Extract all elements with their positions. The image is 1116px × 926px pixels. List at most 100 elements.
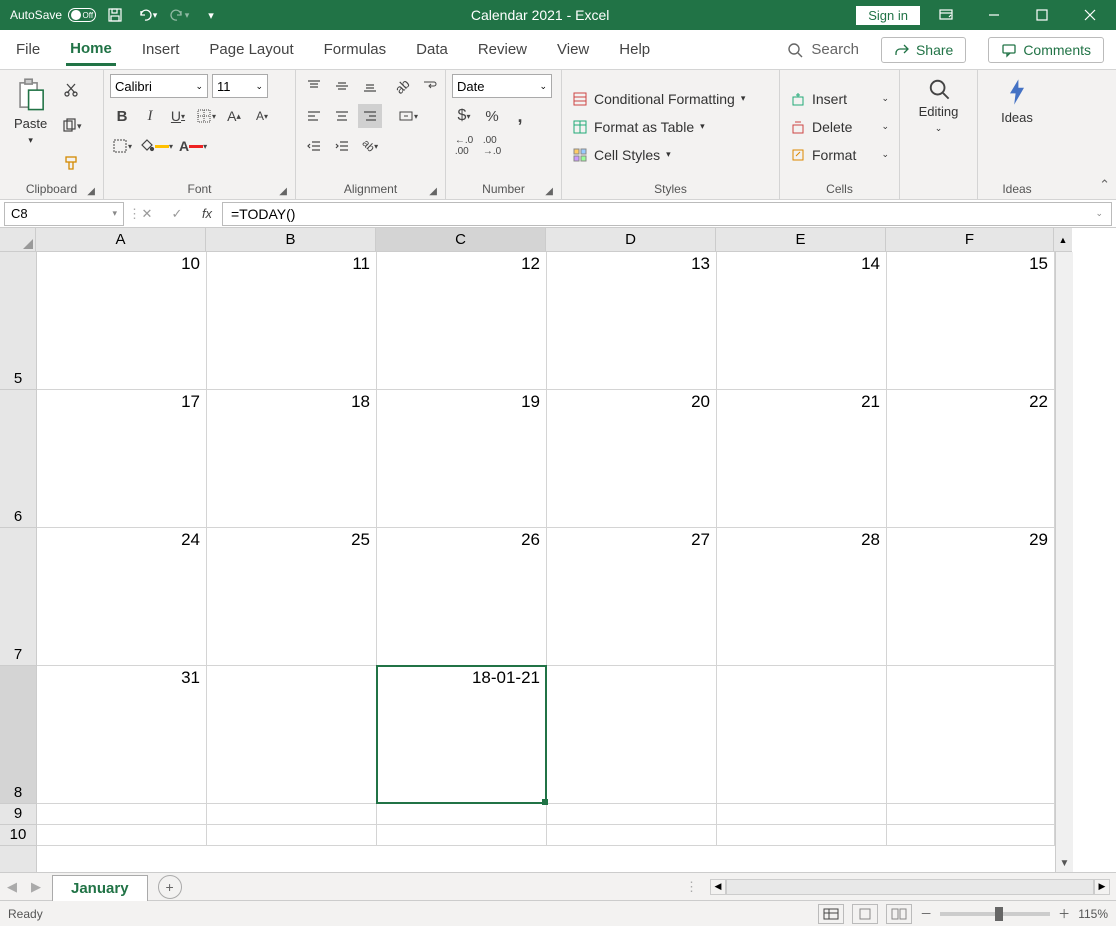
- cell-D6[interactable]: 20: [547, 390, 717, 528]
- cell-A9[interactable]: [37, 804, 207, 825]
- paste-button[interactable]: Paste ▾: [6, 74, 55, 179]
- dialog-launcher-icon[interactable]: ◢: [87, 186, 95, 197]
- row-header-8[interactable]: 8: [0, 666, 36, 804]
- row-header-9[interactable]: 9: [0, 804, 36, 825]
- percent-icon[interactable]: %: [480, 104, 504, 128]
- increase-font-icon[interactable]: A▴: [222, 104, 246, 128]
- tab-page-layout[interactable]: Page Layout: [205, 35, 297, 64]
- decrease-indent-icon[interactable]: [302, 134, 326, 158]
- scroll-up-arrow[interactable]: ▲: [1054, 228, 1072, 252]
- number-format-dropdown[interactable]: Date⌄: [452, 74, 552, 98]
- cell-B10[interactable]: [207, 825, 377, 846]
- tab-data[interactable]: Data: [412, 35, 452, 64]
- qat-customize-icon[interactable]: ▾: [198, 2, 224, 28]
- format-as-table-button[interactable]: Format as Table▾: [568, 114, 773, 140]
- cell-E6[interactable]: 21: [717, 390, 887, 528]
- autosave-toggle[interactable]: AutoSave Off: [10, 8, 96, 22]
- cell-C5[interactable]: 12: [377, 252, 547, 390]
- select-all-corner[interactable]: [0, 228, 36, 252]
- align-middle-icon[interactable]: [330, 74, 354, 98]
- scroll-down-arrow[interactable]: ▼: [1056, 854, 1073, 872]
- align-left-icon[interactable]: [302, 104, 326, 128]
- share-button[interactable]: Share: [881, 37, 966, 63]
- insert-function-icon[interactable]: fx: [192, 206, 222, 221]
- row-header-6[interactable]: 6: [0, 390, 36, 528]
- cell-D9[interactable]: [547, 804, 717, 825]
- dialog-launcher-icon[interactable]: ◢: [279, 186, 287, 197]
- cell-C8[interactable]: 18-01-21: [377, 666, 547, 804]
- tab-review[interactable]: Review: [474, 35, 531, 64]
- cells-area[interactable]: 1011121314151718192021222425262728293118…: [37, 252, 1055, 872]
- cell-E9[interactable]: [717, 804, 887, 825]
- cell-D8[interactable]: [547, 666, 717, 804]
- cell-E5[interactable]: 14: [717, 252, 887, 390]
- currency-icon[interactable]: $▾: [452, 104, 476, 128]
- dialog-launcher-icon[interactable]: ◢: [429, 186, 437, 197]
- column-header-B[interactable]: B: [206, 228, 376, 251]
- cell-F10[interactable]: [887, 825, 1055, 846]
- column-header-F[interactable]: F: [886, 228, 1054, 251]
- cell-F9[interactable]: [887, 804, 1055, 825]
- tab-view[interactable]: View: [553, 35, 593, 64]
- orientation-icon[interactable]: ab: [390, 74, 414, 98]
- cell-A6[interactable]: 17: [37, 390, 207, 528]
- page-layout-view-icon[interactable]: [852, 904, 878, 924]
- collapse-ribbon-icon[interactable]: ⌃: [1099, 177, 1110, 193]
- page-break-view-icon[interactable]: [886, 904, 912, 924]
- normal-view-icon[interactable]: [818, 904, 844, 924]
- cut-icon[interactable]: [59, 78, 83, 102]
- cell-F6[interactable]: 22: [887, 390, 1055, 528]
- increase-decimal-icon[interactable]: ←.0.00: [452, 134, 476, 158]
- row-header-7[interactable]: 7: [0, 528, 36, 666]
- zoom-out-button[interactable]: －: [920, 905, 932, 922]
- enter-formula-icon[interactable]: ✓: [162, 206, 192, 222]
- minimize-icon[interactable]: [972, 0, 1016, 30]
- ribbon-display-icon[interactable]: [924, 0, 968, 30]
- cell-F5[interactable]: 15: [887, 252, 1055, 390]
- decrease-font-icon[interactable]: A▾: [250, 104, 274, 128]
- align-top-icon[interactable]: [302, 74, 326, 98]
- wrap-text-icon[interactable]: [418, 74, 442, 98]
- increase-indent-icon[interactable]: [330, 134, 354, 158]
- cell-D10[interactable]: [547, 825, 717, 846]
- tab-help[interactable]: Help: [615, 35, 654, 64]
- format-cells-button[interactable]: Format⌄: [786, 142, 893, 168]
- row-header-10[interactable]: 10: [0, 825, 36, 846]
- tab-formulas[interactable]: Formulas: [320, 35, 391, 64]
- search-box[interactable]: Search: [787, 41, 859, 58]
- zoom-in-button[interactable]: ＋: [1058, 905, 1070, 922]
- formula-input[interactable]: =TODAY()⌄: [222, 202, 1112, 226]
- scroll-left-arrow[interactable]: ◀: [710, 879, 726, 895]
- cell-B7[interactable]: 25: [207, 528, 377, 666]
- underline-button[interactable]: U▾: [166, 104, 190, 128]
- cell-styles-button[interactable]: Cell Styles▾: [568, 142, 773, 168]
- cell-F7[interactable]: 29: [887, 528, 1055, 666]
- ideas-button[interactable]: Ideas: [993, 74, 1041, 179]
- column-header-C[interactable]: C: [376, 228, 546, 251]
- align-bottom-icon[interactable]: [358, 74, 382, 98]
- close-icon[interactable]: [1068, 0, 1112, 30]
- align-right-icon[interactable]: [358, 104, 382, 128]
- decrease-decimal-icon[interactable]: .00→.0: [480, 134, 504, 158]
- cell-A7[interactable]: 24: [37, 528, 207, 666]
- comments-button[interactable]: Comments: [988, 37, 1104, 63]
- zoom-slider[interactable]: [940, 912, 1050, 916]
- scroll-right-arrow[interactable]: ▶: [1094, 879, 1110, 895]
- cell-D5[interactable]: 13: [547, 252, 717, 390]
- bold-button[interactable]: B: [110, 104, 134, 128]
- align-center-icon[interactable]: [330, 104, 354, 128]
- column-header-D[interactable]: D: [546, 228, 716, 251]
- tab-home[interactable]: Home: [66, 34, 116, 66]
- maximize-icon[interactable]: [1020, 0, 1064, 30]
- cell-A10[interactable]: [37, 825, 207, 846]
- redo-icon[interactable]: ▾: [166, 2, 192, 28]
- column-header-A[interactable]: A: [36, 228, 206, 251]
- cell-A5[interactable]: 10: [37, 252, 207, 390]
- editing-button[interactable]: Editing ⌄: [911, 74, 967, 193]
- border-icon[interactable]: ▾: [194, 104, 218, 128]
- cell-C6[interactable]: 19: [377, 390, 547, 528]
- cell-C7[interactable]: 26: [377, 528, 547, 666]
- cell-C10[interactable]: [377, 825, 547, 846]
- prev-sheet-icon[interactable]: ◀: [0, 879, 24, 895]
- cancel-formula-icon[interactable]: ✕: [132, 206, 162, 222]
